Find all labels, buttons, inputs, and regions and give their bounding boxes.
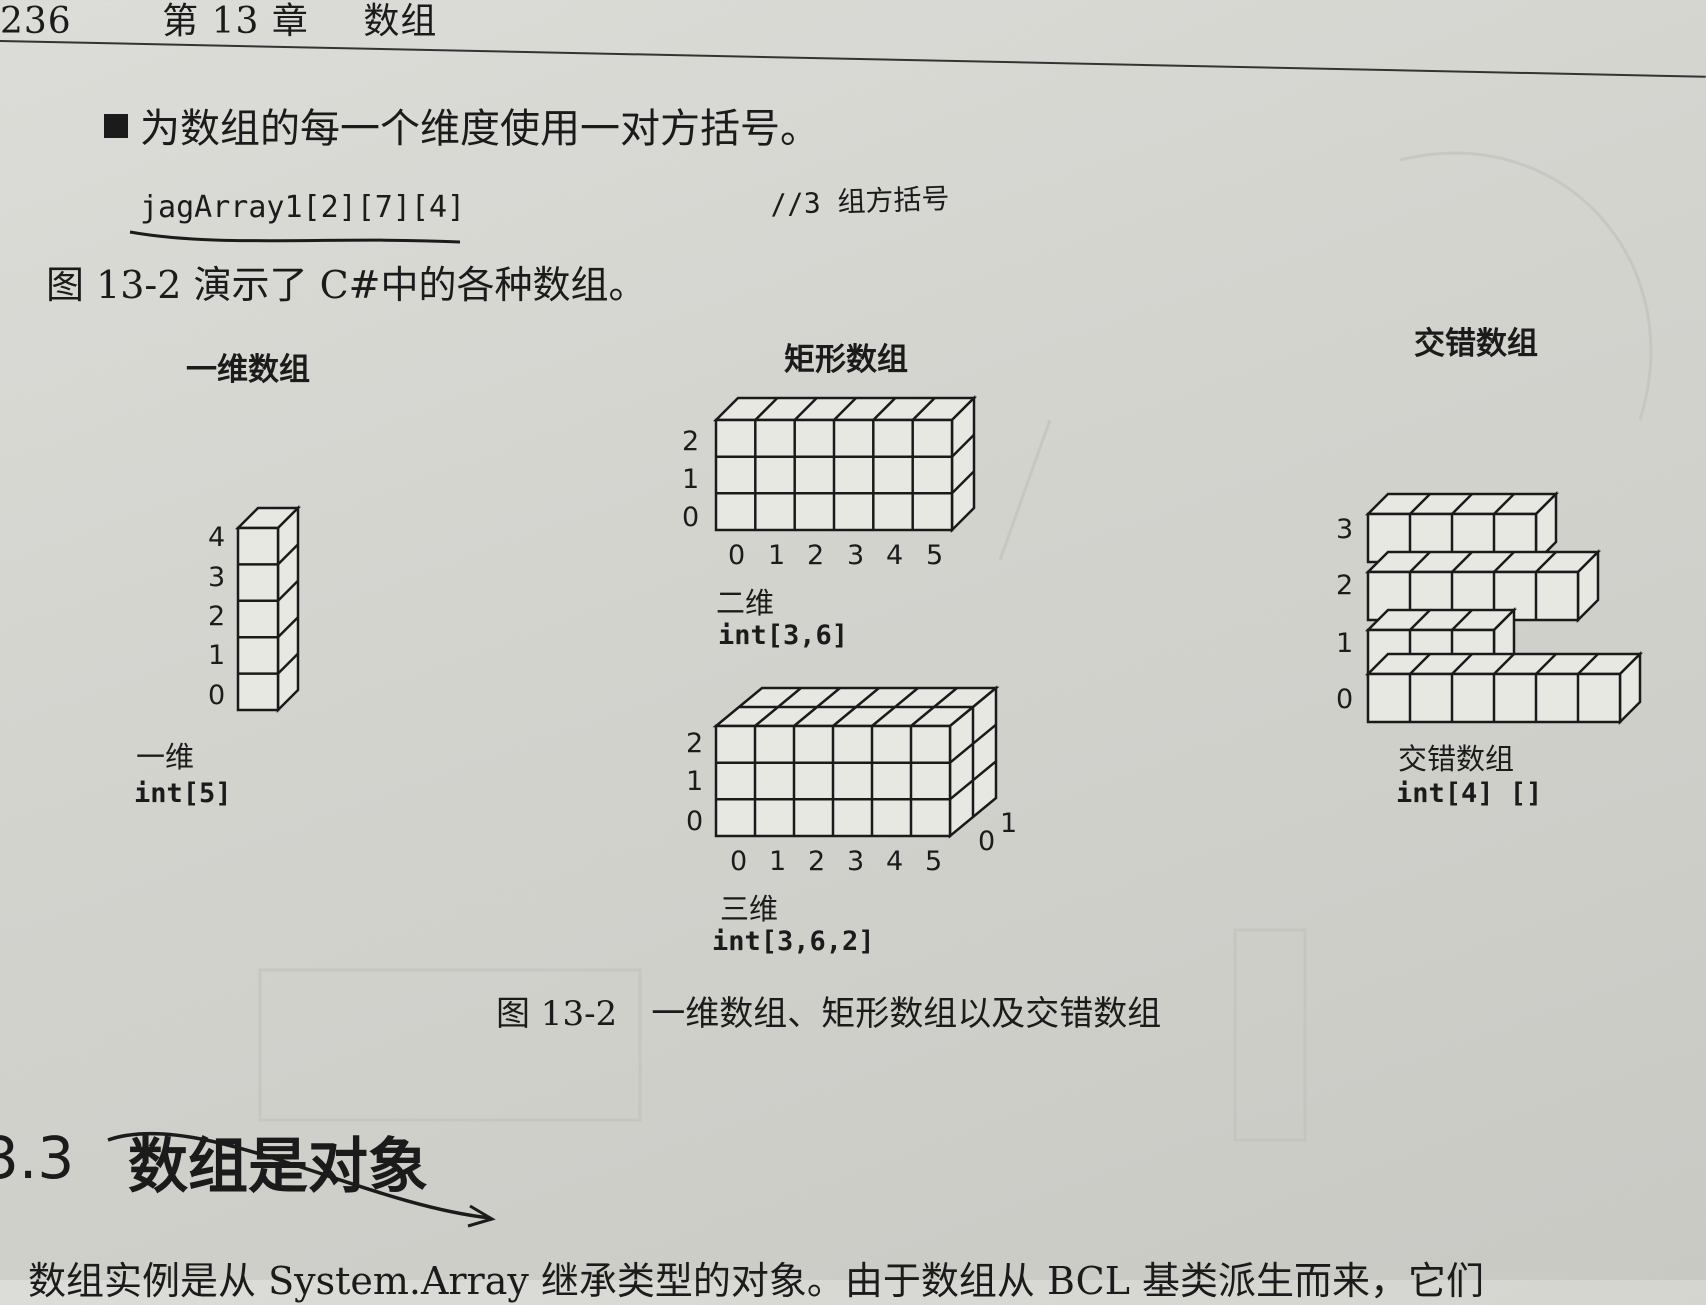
one-dim-title: 一维数组: [186, 352, 310, 388]
jagged-subtitle: 交错数组: [1398, 742, 1515, 776]
three-dim-y-tick: 0: [686, 806, 704, 837]
three-dim-x-tick: 3: [847, 846, 865, 877]
one-dim-array-diagram: [234, 504, 302, 714]
one-dim-tick: 3: [208, 562, 226, 593]
three-dim-x-tick: 2: [808, 846, 826, 877]
jagged-tick: 3: [1336, 514, 1354, 545]
three-dim-type: int[3,6,2]: [712, 926, 875, 957]
section-title: 数组是对象: [128, 1132, 428, 1202]
jagged-tick: 1: [1336, 628, 1354, 659]
two-dim-x-tick: 4: [886, 540, 904, 571]
section-number: 3.3: [0, 1124, 75, 1192]
three-dim-x-tick: 5: [925, 846, 943, 877]
three-dim-x-tick: 0: [730, 846, 748, 877]
two-dim-x-tick: 2: [807, 540, 825, 571]
one-dim-tick: 4: [208, 522, 226, 553]
three-dim-z-tick: 0: [978, 826, 996, 857]
two-dim-x-tick: 5: [926, 540, 944, 571]
three-dim-y-tick: 2: [686, 728, 704, 759]
jagged-title: 交错数组: [1414, 326, 1538, 362]
two-dim-y-tick: 1: [682, 464, 700, 495]
two-dim-type: int[3,6]: [718, 620, 849, 651]
one-dim-subtitle: 一维: [136, 740, 195, 774]
intro-text: 图 13-2 演示了 C#中的各种数组。: [46, 263, 647, 307]
jagged-tick: 2: [1336, 570, 1354, 601]
one-dim-type: int[5]: [134, 778, 232, 809]
three-dim-array-diagram: [712, 685, 1000, 839]
three-dim-z-tick: 1: [1000, 808, 1018, 839]
three-dim-x-tick: 4: [886, 846, 904, 877]
two-dim-array-diagram: [712, 394, 978, 534]
jagged-tick: 0: [1336, 684, 1354, 715]
three-dim-subtitle: 三维: [720, 892, 779, 926]
two-dim-y-tick: 2: [682, 426, 700, 457]
one-dim-tick: 2: [208, 601, 226, 632]
one-dim-tick: 0: [208, 680, 226, 711]
one-dim-tick: 1: [208, 640, 226, 671]
three-dim-y-tick: 1: [686, 766, 704, 797]
figure-caption: 图 13-2 一维数组、矩形数组以及交错数组: [496, 994, 1162, 1034]
jagged-array-diagram: [1364, 490, 1644, 726]
two-dim-subtitle: 二维: [716, 586, 775, 620]
two-dim-y-tick: 0: [682, 502, 700, 533]
rect-title: 矩形数组: [784, 342, 908, 378]
three-dim-x-tick: 1: [769, 846, 787, 877]
two-dim-x-tick: 0: [728, 540, 746, 571]
two-dim-x-tick: 1: [768, 540, 786, 571]
jagged-type: int[4] []: [1396, 778, 1543, 809]
two-dim-x-tick: 3: [847, 540, 865, 571]
body-text-line: 数组实例是从 System.Array 继承类型的对象。由于数组从 BCL 基类…: [28, 1259, 1485, 1303]
